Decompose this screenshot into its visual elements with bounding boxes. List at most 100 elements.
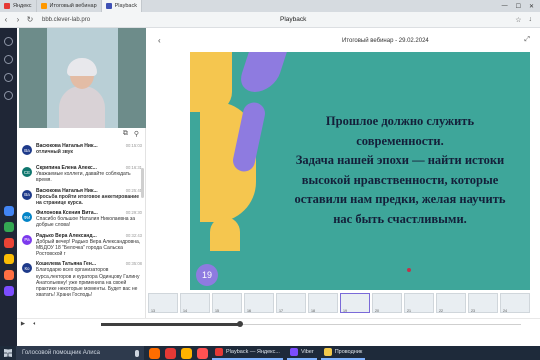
search-icon[interactable]: ⚲ <box>134 130 139 139</box>
slide-thumbnail[interactable]: 23 <box>468 293 498 313</box>
chat-message-header: Васюкова Наталья Ник... 00:25:45 <box>36 188 142 194</box>
windows-start-icon[interactable] <box>4 349 12 357</box>
chat-text: Уважаемые коллеги, давайте соблюдать вре… <box>36 171 131 184</box>
player-controls: ▶ 🔈︎ <box>17 318 540 329</box>
address-bar-tools: ☆ ↓ <box>515 16 540 24</box>
collapse-arrow-icon[interactable]: ‹ <box>158 36 161 45</box>
thumbnail-number: 16 <box>247 309 251 313</box>
taskbar-window-button[interactable]: Viber <box>286 346 317 360</box>
reload-icon[interactable]: ↻ <box>24 15 36 24</box>
decor-purple-shape <box>235 52 291 92</box>
speaker-hair <box>67 58 97 76</box>
progress-track[interactable] <box>101 321 521 327</box>
download-icon[interactable]: ↓ <box>529 16 533 24</box>
fullscreen-icon[interactable]: ⤢ <box>524 36 530 44</box>
maximize-icon[interactable]: ☐ <box>516 3 521 10</box>
taskbar-app-icon[interactable] <box>181 347 192 359</box>
chat-toolbar: ⧉ ⚲ <box>19 128 145 141</box>
sidebar-app-icon[interactable] <box>3 206 14 216</box>
avatar: Ва <box>22 145 32 155</box>
browser-tab-bar: Яндекс Итоговый вебинар Playback — ☐ ✕ <box>0 0 540 12</box>
play-icon[interactable]: ▶ <box>17 321 29 327</box>
chat-message: Ра Радько Вера Александ... 00:32:43 Добрый … <box>19 231 145 260</box>
sidebar-play-icon[interactable] <box>4 55 13 64</box>
copy-icon[interactable]: ⧉ <box>123 130 128 139</box>
slide-thumbnail[interactable]: 19 <box>340 293 370 313</box>
presentation-slide: Прошлое должно служить современности. За… <box>190 52 530 290</box>
chat-message-body: Скрипина Елена Алекс... 00:16:31 Уважаемые… <box>36 165 142 184</box>
avatar: Ко <box>22 263 32 274</box>
minimize-icon[interactable]: — <box>502 3 508 10</box>
sidebar-app-icon[interactable] <box>3 238 14 248</box>
thumbnail-number: 15 <box>215 309 219 313</box>
volume-icon[interactable]: 🔈︎ <box>29 321 41 328</box>
taskbar-app-icon[interactable] <box>149 347 160 359</box>
chat-message: Ва Васюкова Наталья Ник... 00:25:45 Просьба… <box>19 186 145 209</box>
thumbnail-number: 21 <box>407 309 411 313</box>
chat-timestamp[interactable]: 00:35:08 <box>126 261 142 267</box>
sidebar-home-icon[interactable] <box>4 37 13 46</box>
avatar: Ва <box>22 189 32 200</box>
chat-timestamp[interactable]: 00:32:43 <box>126 233 142 239</box>
avatar: ФИ <box>22 212 32 222</box>
sidebar-app-icon[interactable] <box>3 270 14 280</box>
bookshelf <box>19 28 47 128</box>
chat-text: Спасибо большое Наталия Николаевна за до… <box>36 216 136 229</box>
sidebar-clock-icon[interactable] <box>4 73 13 82</box>
webcam-video <box>19 28 146 128</box>
chat-message-body: Васюкова Наталья Ник... 00:15:03 отличный … <box>36 143 142 161</box>
tab-yandex[interactable]: Яндекс <box>0 0 37 12</box>
sidebar-moon-icon[interactable] <box>4 91 13 100</box>
bookmark-icon[interactable]: ☆ <box>515 16 521 24</box>
taskbar-window-label: Playback — Яндекс... <box>226 349 280 355</box>
progress-handle[interactable] <box>236 321 243 327</box>
tab-label: Итоговый вебинар <box>49 3 97 9</box>
app-icon <box>289 348 298 356</box>
thumbnail-number: 20 <box>375 309 379 313</box>
app-icon <box>323 348 332 356</box>
chat-timestamp[interactable]: 00:25:45 <box>126 188 142 194</box>
presentation-header: ‹ Итоговый вебинар - 29.02.2024 ⤢ <box>146 28 540 52</box>
url-field[interactable]: bbb.clever-lab.pro <box>42 17 90 23</box>
slide-thumbnail[interactable]: 17 <box>276 293 306 313</box>
bookshelf <box>118 28 146 128</box>
back-arrow-icon[interactable]: ‹ <box>0 15 12 24</box>
slide-line: Задача нашей эпохи — найти истоки <box>295 153 505 167</box>
chat-message-body: Филонова Ксения Вита... 00:29:30 Спасибо б… <box>36 210 142 229</box>
close-icon[interactable]: ✕ <box>529 3 534 10</box>
slide-thumbnail[interactable]: 20 <box>372 293 402 313</box>
sidebar-app-icon[interactable] <box>3 286 14 296</box>
window-controls: — ☐ ✕ <box>502 3 540 10</box>
thumbnail-number: 22 <box>439 309 443 313</box>
avatar: СЕ <box>22 167 32 177</box>
slide-thumbnail[interactable]: 15 <box>212 293 242 313</box>
thumbnail-number: 18 <box>311 309 315 313</box>
slide-thumbnail[interactable]: 24 <box>500 293 530 313</box>
thumbnail-number: 17 <box>279 309 283 313</box>
sidebar-app-icon[interactable] <box>3 222 14 232</box>
slide-thumbnail[interactable]: 13 <box>148 293 178 313</box>
chat-timestamp[interactable]: 00:15:03 <box>126 143 142 149</box>
slide-line: Прошлое должно служить <box>325 114 475 128</box>
taskbar-window-button[interactable]: Проводник <box>320 346 366 360</box>
taskbar-app-icon[interactable] <box>197 347 208 359</box>
microphone-icon[interactable] <box>135 349 139 357</box>
chat-scrollbar[interactable] <box>141 168 144 198</box>
slide-quote: Прошлое должно служить современности. За… <box>280 112 520 229</box>
forward-arrow-icon[interactable]: › <box>12 15 24 24</box>
slide-thumbnail[interactable]: 21 <box>404 293 434 313</box>
progress-fill <box>101 323 240 326</box>
chat-text: Просьба пройти итоговое анкетирование на… <box>36 193 139 206</box>
slide-thumbnail[interactable]: 18 <box>308 293 338 313</box>
slide-thumbnail[interactable]: 22 <box>436 293 466 313</box>
slide-thumbnail[interactable]: 14 <box>180 293 210 313</box>
chat-message: СЕ Скрипина Елена Алекс... 00:16:31 Уважаем… <box>19 163 145 186</box>
sidebar-app-icon[interactable] <box>3 254 14 264</box>
slide-thumbnails: 13 14 15 16 17 18 19 20 21 22 23 24 <box>146 292 540 316</box>
taskbar-window-button[interactable]: Playback — Яндекс... <box>212 346 283 360</box>
tab-playback[interactable]: Playback <box>101 0 142 12</box>
tab-webinar[interactable]: Итоговый вебинар <box>37 0 102 12</box>
alice-voice-assistant[interactable]: Голосовой помощник Алиса <box>16 346 144 360</box>
slide-thumbnail[interactable]: 16 <box>244 293 274 313</box>
taskbar-app-icon[interactable] <box>165 347 176 359</box>
